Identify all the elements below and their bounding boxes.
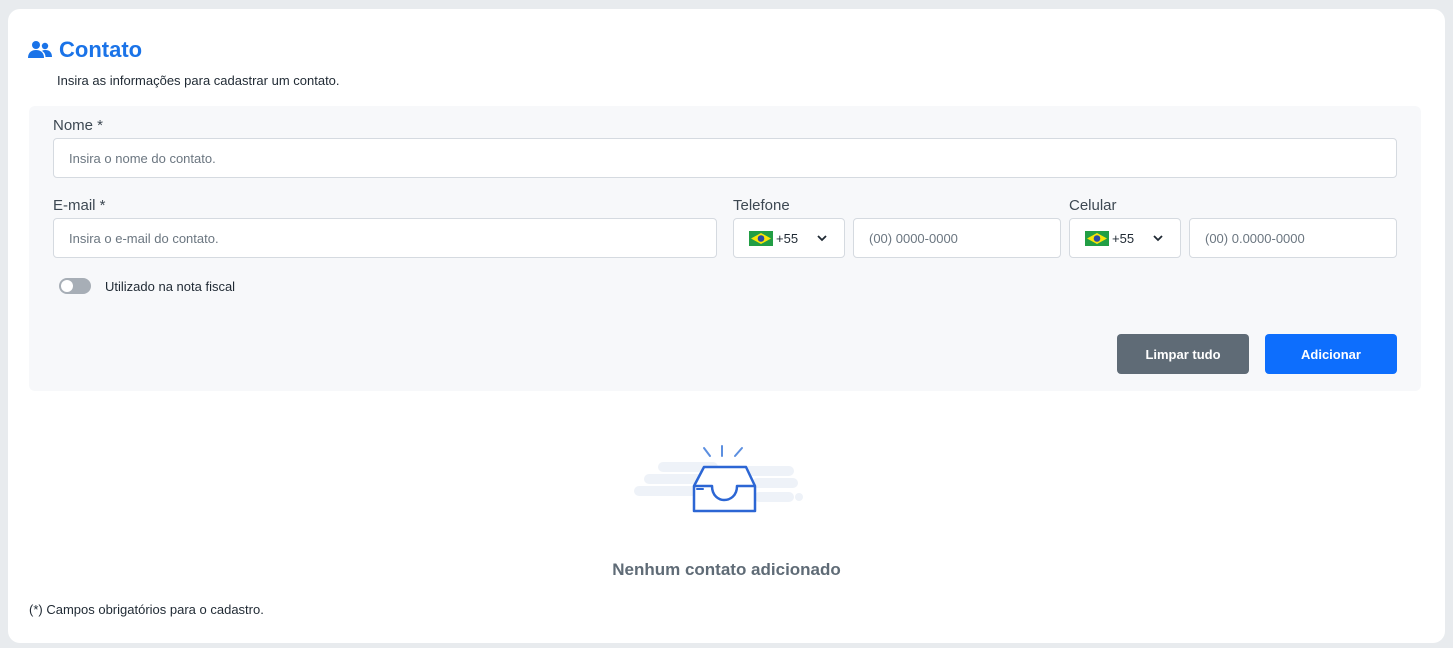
section-header: Contato [28,37,142,63]
mobile-label: Celular [1069,197,1117,214]
contact-form: Nome * E-mail * Telefone +55 Celular [29,106,1421,391]
name-input[interactable] [53,138,1397,178]
phone-country-code: +55 [776,230,799,246]
phone-label: Telefone [733,197,790,214]
empty-state-text: Nenhum contato adicionado [612,560,841,579]
brazil-flag-icon [1085,230,1109,246]
phone-input[interactable] [853,218,1061,258]
name-label: Nome * [53,117,104,134]
chevron-down-icon [817,235,827,242]
mobile-country-select[interactable]: +55 [1069,218,1181,258]
brazil-flag-icon [749,230,773,246]
empty-inbox-icon [634,445,803,513]
clear-all-button[interactable]: Limpar tudo [1117,334,1249,374]
email-input[interactable] [53,218,717,258]
invoice-toggle[interactable] [59,278,91,294]
phone-country-select[interactable]: +55 [733,218,845,258]
mobile-input[interactable] [1189,218,1397,258]
contact-card: Contato Insira as informações para cadas… [8,9,1445,643]
page-subtitle: Insira as informações para cadastrar um … [57,73,340,88]
mobile-country-code: +55 [1112,230,1135,246]
users-icon [28,41,52,58]
chevron-down-icon [1153,235,1163,242]
invoice-toggle-label: Utilizado na nota fiscal [105,279,236,294]
required-fields-note: (*) Campos obrigatórios para o cadastro. [29,602,264,617]
toggle-knob [61,280,73,292]
page-title: Contato [59,37,143,62]
add-button[interactable]: Adicionar [1265,334,1397,374]
email-label: E-mail * [53,197,106,214]
